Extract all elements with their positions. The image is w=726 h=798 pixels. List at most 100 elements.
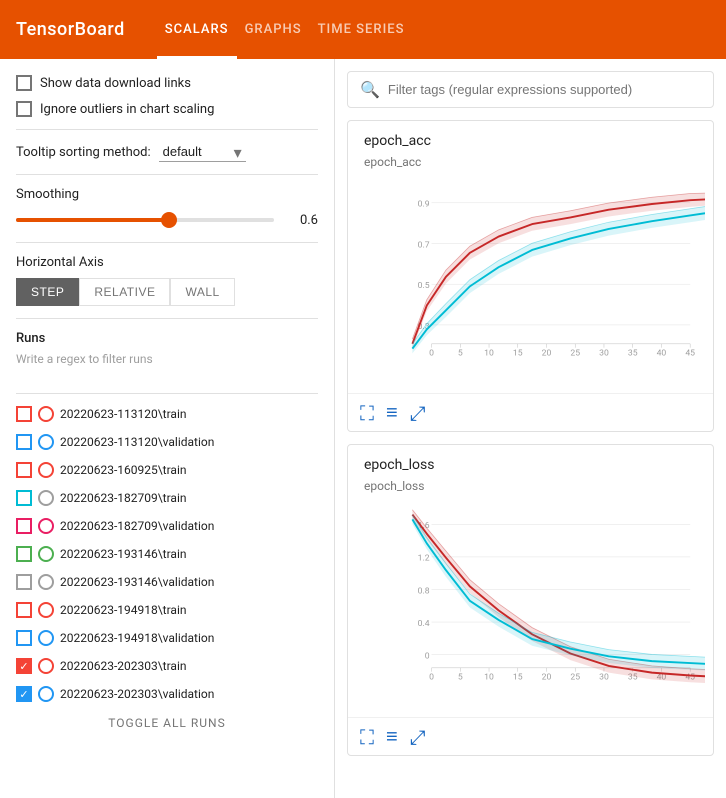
run-checkbox[interactable]: ✓	[16, 686, 32, 702]
run-row[interactable]: 20220623-194918\train	[16, 598, 318, 622]
chart-actions: ⛶ ≡ ⤢	[348, 717, 713, 755]
fullscreen-icon[interactable]: ⤢	[410, 401, 426, 425]
checkbox-ignore-outliers-box[interactable]	[16, 101, 32, 117]
chart-inner-label: epoch_loss	[348, 477, 713, 497]
nav-scalars[interactable]: SCALARS	[157, 0, 237, 59]
run-row[interactable]: 20220623-113120\train	[16, 402, 318, 426]
checkbox-ignore-outliers[interactable]: Ignore outliers in chart scaling	[16, 101, 318, 117]
smoothing-label: Smoothing	[16, 187, 318, 202]
tooltip-sort-row: Tooltip sorting method: default descendi…	[16, 142, 318, 162]
run-name: 20220623-193146\validation	[60, 575, 214, 589]
filter-input[interactable]	[388, 82, 701, 97]
run-circle	[38, 462, 54, 478]
chart-title: epoch_loss	[348, 445, 713, 477]
run-row[interactable]: ✓ 20220623-202303\validation	[16, 682, 318, 706]
svg-text:30: 30	[599, 672, 609, 682]
svg-text:5: 5	[458, 672, 463, 682]
axis-btn-relative[interactable]: RELATIVE	[79, 278, 170, 306]
svg-text:25: 25	[570, 348, 580, 358]
horizontal-axis-label: Horizontal Axis	[16, 255, 318, 270]
svg-text:0.4: 0.4	[418, 619, 430, 629]
run-circle	[38, 546, 54, 562]
svg-text:25: 25	[570, 672, 580, 682]
svg-text:1.2: 1.2	[418, 554, 430, 564]
run-name: 20220623-194918\validation	[60, 631, 214, 645]
divider-3	[16, 242, 318, 243]
svg-text:10: 10	[484, 672, 494, 682]
runs-label: Runs	[16, 331, 318, 346]
svg-text:30: 30	[599, 348, 609, 358]
run-circle	[38, 630, 54, 646]
expand-icon[interactable]: ⛶	[360, 725, 374, 749]
checkbox-show-download-box[interactable]	[16, 75, 32, 91]
run-checkbox[interactable]	[16, 602, 32, 618]
run-checkbox[interactable]	[16, 490, 32, 506]
run-circle	[38, 574, 54, 590]
run-name: 20220623-193146\train	[60, 547, 187, 561]
run-name: 20220623-113120\validation	[60, 435, 214, 449]
axis-buttons: STEP RELATIVE WALL	[16, 278, 318, 306]
run-row[interactable]: 20220623-160925\train	[16, 458, 318, 482]
run-checkbox[interactable]	[16, 406, 32, 422]
run-name: 20220623-160925\train	[60, 463, 187, 477]
slider-fill	[16, 218, 171, 222]
run-row[interactable]: 20220623-113120\validation	[16, 430, 318, 454]
run-checkbox[interactable]: ✓	[16, 658, 32, 674]
chart-inner-label: epoch_acc	[348, 153, 713, 173]
run-checkbox[interactable]	[16, 518, 32, 534]
search-icon: 🔍	[360, 80, 380, 99]
svg-text:0.5: 0.5	[418, 281, 430, 291]
run-name: 20220623-202303\validation	[60, 687, 214, 701]
runs-list: 20220623-113120\train 20220623-113120\val…	[16, 402, 318, 706]
svg-text:40: 40	[657, 348, 667, 358]
tooltip-sort-label: Tooltip sorting method:	[16, 145, 151, 160]
data-download-icon[interactable]: ≡	[386, 724, 398, 749]
chart-svg: 1.61.20.80.40051015202530354045	[388, 505, 705, 687]
run-row[interactable]: 20220623-182709\train	[16, 486, 318, 510]
slider-thumb[interactable]	[161, 212, 177, 228]
nav-time-series[interactable]: TIME SERIES	[310, 0, 413, 59]
content: 🔍 epoch_accepoch_acc0.90.70.50.305101520…	[335, 59, 726, 798]
smoothing-slider[interactable]	[16, 210, 274, 230]
run-checkbox[interactable]	[16, 630, 32, 646]
run-circle	[38, 490, 54, 506]
run-name: 20220623-182709\train	[60, 491, 187, 505]
filter-bar: 🔍	[347, 71, 714, 108]
svg-text:0: 0	[425, 651, 430, 661]
axis-btn-wall[interactable]: WALL	[170, 278, 234, 306]
tooltip-sort-select[interactable]: default descending ascending nearest	[159, 142, 246, 162]
run-row[interactable]: 20220623-193146\train	[16, 542, 318, 566]
toggle-all-button[interactable]: TOGGLE ALL RUNS	[16, 710, 318, 736]
run-row[interactable]: ✓20220623-202303\train	[16, 654, 318, 678]
run-circle	[38, 686, 54, 702]
axis-btn-step[interactable]: STEP	[16, 278, 79, 306]
main: Show data download links Ignore outliers…	[0, 59, 726, 798]
svg-text:10: 10	[484, 348, 494, 358]
nav: SCALARS GRAPHS TIME SERIES	[157, 0, 413, 59]
logo: TensorBoard	[16, 19, 125, 40]
chart-card-epoch_loss: epoch_lossepoch_loss1.61.20.80.400510152…	[347, 444, 714, 756]
run-checkbox[interactable]	[16, 462, 32, 478]
run-row[interactable]: 20220623-193146\validation	[16, 570, 318, 594]
run-row[interactable]: 20220623-182709\validation	[16, 514, 318, 538]
checkbox-show-download[interactable]: Show data download links	[16, 75, 318, 91]
data-download-icon[interactable]: ≡	[386, 400, 398, 425]
runs-filter-input[interactable]	[16, 374, 318, 394]
expand-icon[interactable]: ⛶	[360, 401, 374, 425]
run-checkbox[interactable]	[16, 434, 32, 450]
divider-2	[16, 174, 318, 175]
run-checkbox[interactable]	[16, 574, 32, 590]
charts-container: epoch_accepoch_acc0.90.70.50.30510152025…	[347, 120, 714, 756]
fullscreen-icon[interactable]: ⤢	[410, 725, 426, 749]
sidebar: Show data download links Ignore outliers…	[0, 59, 335, 798]
smoothing-row: 0.6	[16, 210, 318, 230]
run-row[interactable]: 20220623-194918\validation	[16, 626, 318, 650]
smoothing-value: 0.6	[286, 213, 318, 228]
tooltip-sort-select-wrap[interactable]: default descending ascending nearest ▾	[159, 142, 242, 162]
svg-text:5: 5	[458, 348, 463, 358]
runs-filter-label: Write a regex to filter runs	[16, 352, 318, 366]
checkbox-ignore-outliers-label: Ignore outliers in chart scaling	[40, 102, 214, 117]
run-checkbox[interactable]	[16, 546, 32, 562]
nav-graphs[interactable]: GRAPHS	[237, 0, 310, 59]
chart-actions: ⛶ ≡ ⤢	[348, 393, 713, 431]
